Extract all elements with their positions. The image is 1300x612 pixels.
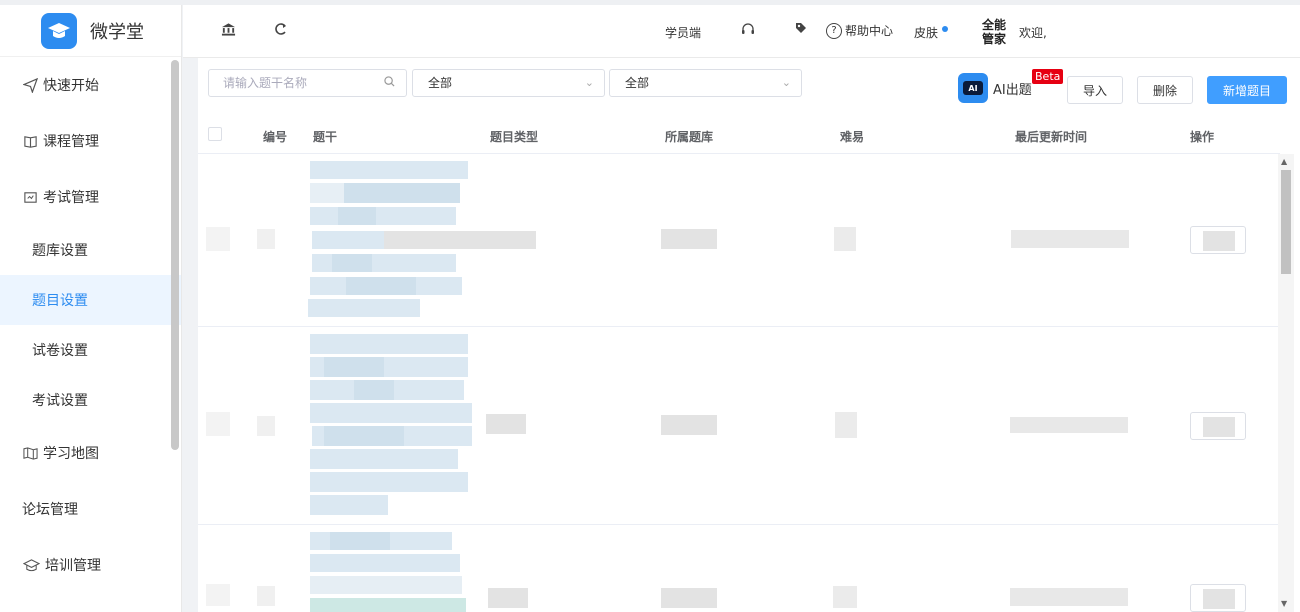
row-id <box>257 416 275 436</box>
table-row[interactable] <box>198 526 1280 612</box>
row-difficulty <box>834 227 856 251</box>
row-difficulty <box>833 586 857 608</box>
row-updated <box>1010 417 1128 433</box>
sidebar-scrollbar[interactable] <box>171 60 179 450</box>
beta-badge: Beta <box>1032 69 1064 84</box>
column-header-bank: 所属题库 <box>665 130 714 144</box>
bank-icon[interactable] <box>221 22 236 40</box>
question-bank-select[interactable]: 全部 ⌄ <box>609 69 802 97</box>
map-icon <box>22 445 38 461</box>
sidebar-menu: 快速开始 课程管理 考试管理 题库设置 题目设置 试卷设置 考试设置 学习地图 … <box>0 57 181 593</box>
tag-icon[interactable] <box>795 22 807 38</box>
sidebar-item-course[interactable]: 课程管理 <box>0 113 181 169</box>
app-name: 微学堂 <box>90 21 144 43</box>
headset-icon[interactable] <box>740 22 756 41</box>
brand-name: 全能管家 <box>982 18 1007 46</box>
row-id <box>257 229 275 249</box>
search-input[interactable] <box>208 69 407 97</box>
sidebar-item-exam[interactable]: 考试管理 <box>0 169 181 225</box>
row-bank <box>661 415 717 435</box>
column-header-stem: 题干 <box>313 130 338 144</box>
scrollbar-thumb[interactable] <box>1281 170 1291 274</box>
sidebar-item-label: 快速开始 <box>43 78 99 94</box>
row-bank <box>661 588 717 608</box>
sidebar-item-forum[interactable]: 论坛管理 <box>0 481 181 537</box>
column-header-id: 编号 <box>263 130 288 144</box>
import-button[interactable]: 导入 <box>1067 76 1123 104</box>
sidebar-item-label: 论坛管理 <box>22 502 78 518</box>
question-circle-icon: ? <box>826 22 842 39</box>
chevron-down-icon: ⌄ <box>781 76 791 89</box>
row-checkbox[interactable] <box>206 412 230 436</box>
exam-icon <box>22 189 38 205</box>
skin-label: 皮肤 <box>914 26 939 40</box>
sidebar-item-label: 考试管理 <box>43 190 99 206</box>
book-icon <box>22 133 38 149</box>
chevron-down-icon: ⌄ <box>584 76 594 89</box>
send-icon <box>22 77 38 93</box>
table-header: 编号 题干 题目类型 所属题库 难易 最后更新时间 操作 <box>198 120 1280 154</box>
sidebar-item-label: 题目设置 <box>32 293 88 309</box>
main-content: 全部 ⌄ 全部 ⌄ AI AI出题 Beta 导入 删除 新增题目 编号 题干 … <box>198 58 1300 612</box>
sidebar-item-question-settings[interactable]: 题目设置 <box>0 275 181 325</box>
ai-generate-label[interactable]: AI出题 <box>993 79 1032 98</box>
sidebar-item-label: 学习地图 <box>43 446 99 462</box>
row-checkbox[interactable] <box>206 584 230 606</box>
row-action-button[interactable] <box>1190 412 1246 440</box>
welcome-text: 欢迎, <box>1019 26 1047 40</box>
skin-link[interactable]: 皮肤 <box>914 24 949 41</box>
skin-notification-dot <box>942 25 949 32</box>
sidebar-item-learning-map[interactable]: 学习地图 <box>0 425 181 481</box>
row-updated <box>1010 588 1128 606</box>
row-type <box>488 588 528 608</box>
sidebar-item-label: 试卷设置 <box>32 343 88 359</box>
question-type-select[interactable]: 全部 ⌄ <box>412 69 605 97</box>
graduation-cap-icon <box>22 557 40 573</box>
refresh-icon[interactable] <box>275 22 287 40</box>
help-center-label: 帮助中心 <box>845 24 894 38</box>
question-bank-select-value: 全部 <box>625 76 650 90</box>
sidebar-item-label: 培训管理 <box>45 558 101 574</box>
question-type-select-value: 全部 <box>428 76 453 90</box>
sidebar: 微学堂 快速开始 课程管理 考试管理 题库设置 题目设置 试卷设置 考试设置 学… <box>0 5 182 612</box>
graduation-cap-logo-icon <box>41 12 77 49</box>
sidebar-item-label: 考试设置 <box>32 393 88 409</box>
toolbar: 全部 ⌄ 全部 ⌄ AI AI出题 Beta 导入 删除 新增题目 <box>198 58 1300 118</box>
search-icon[interactable] <box>384 76 395 90</box>
sidebar-item-question-bank[interactable]: 题库设置 <box>0 225 181 275</box>
student-end-link[interactable]: 学员端 <box>665 24 701 41</box>
app-logo-row[interactable]: 微学堂 <box>0 5 181 57</box>
row-id <box>257 586 275 606</box>
sidebar-item-exam-settings[interactable]: 考试设置 <box>0 375 181 425</box>
sidebar-item-training[interactable]: 培训管理 <box>0 537 181 593</box>
row-action-button[interactable] <box>1190 584 1246 612</box>
sidebar-item-label: 课程管理 <box>43 134 99 150</box>
row-updated <box>1011 230 1129 248</box>
row-checkbox[interactable] <box>206 227 230 251</box>
add-question-button[interactable]: 新增题目 <box>1207 76 1287 104</box>
column-header-type: 题目类型 <box>490 130 539 144</box>
sidebar-item-paper-settings[interactable]: 试卷设置 <box>0 325 181 375</box>
help-center-link[interactable]: ? 帮助中心 <box>826 22 893 39</box>
table-scrollbar[interactable]: ▲ ▼ <box>1278 154 1294 612</box>
ai-icon[interactable]: AI <box>958 73 988 103</box>
sidebar-item-quick-start[interactable]: 快速开始 <box>0 57 181 113</box>
row-action-button[interactable] <box>1190 226 1246 254</box>
table-row[interactable] <box>198 328 1280 525</box>
row-type <box>486 414 526 434</box>
column-header-difficulty: 难易 <box>840 130 865 144</box>
select-all-checkbox[interactable] <box>208 127 222 141</box>
top-header: 学员端 ? 帮助中心 皮肤 全能管家 欢迎, <box>183 5 1300 58</box>
scroll-down-arrow-icon[interactable]: ▼ <box>1281 599 1287 608</box>
row-bank <box>661 229 717 249</box>
scroll-up-arrow-icon[interactable]: ▲ <box>1281 157 1287 166</box>
column-header-updated: 最后更新时间 <box>1015 130 1088 144</box>
table-row[interactable] <box>198 155 1280 327</box>
sidebar-item-label: 题库设置 <box>32 243 88 259</box>
row-difficulty <box>835 412 857 438</box>
column-header-actions: 操作 <box>1190 130 1215 144</box>
delete-button[interactable]: 删除 <box>1137 76 1193 104</box>
